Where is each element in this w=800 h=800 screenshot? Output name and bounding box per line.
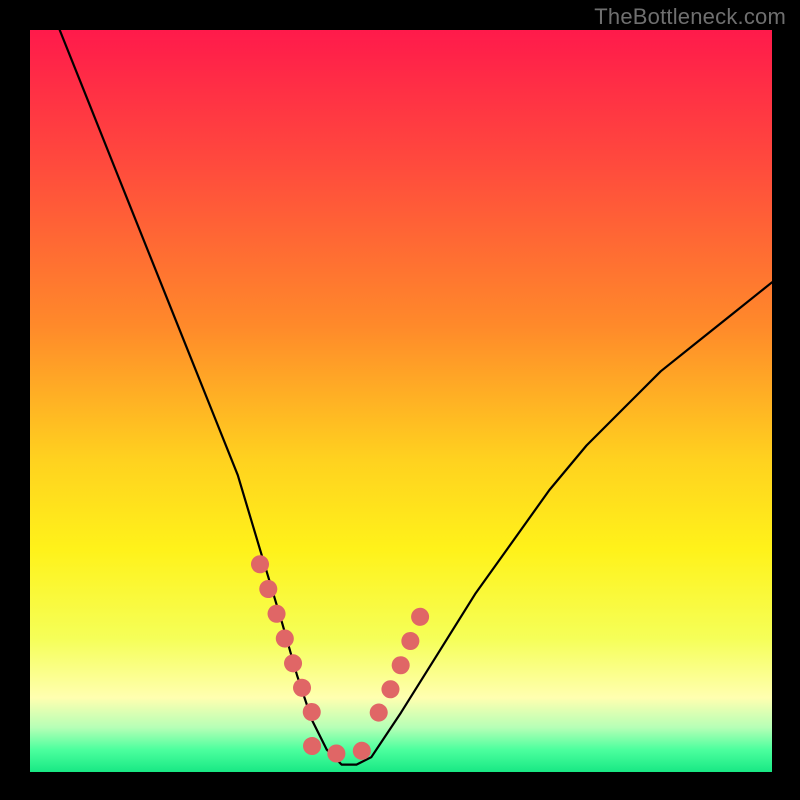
bottleneck-chart (0, 0, 800, 800)
chart-frame: TheBottleneck.com (0, 0, 800, 800)
watermark-text: TheBottleneck.com (594, 4, 786, 30)
